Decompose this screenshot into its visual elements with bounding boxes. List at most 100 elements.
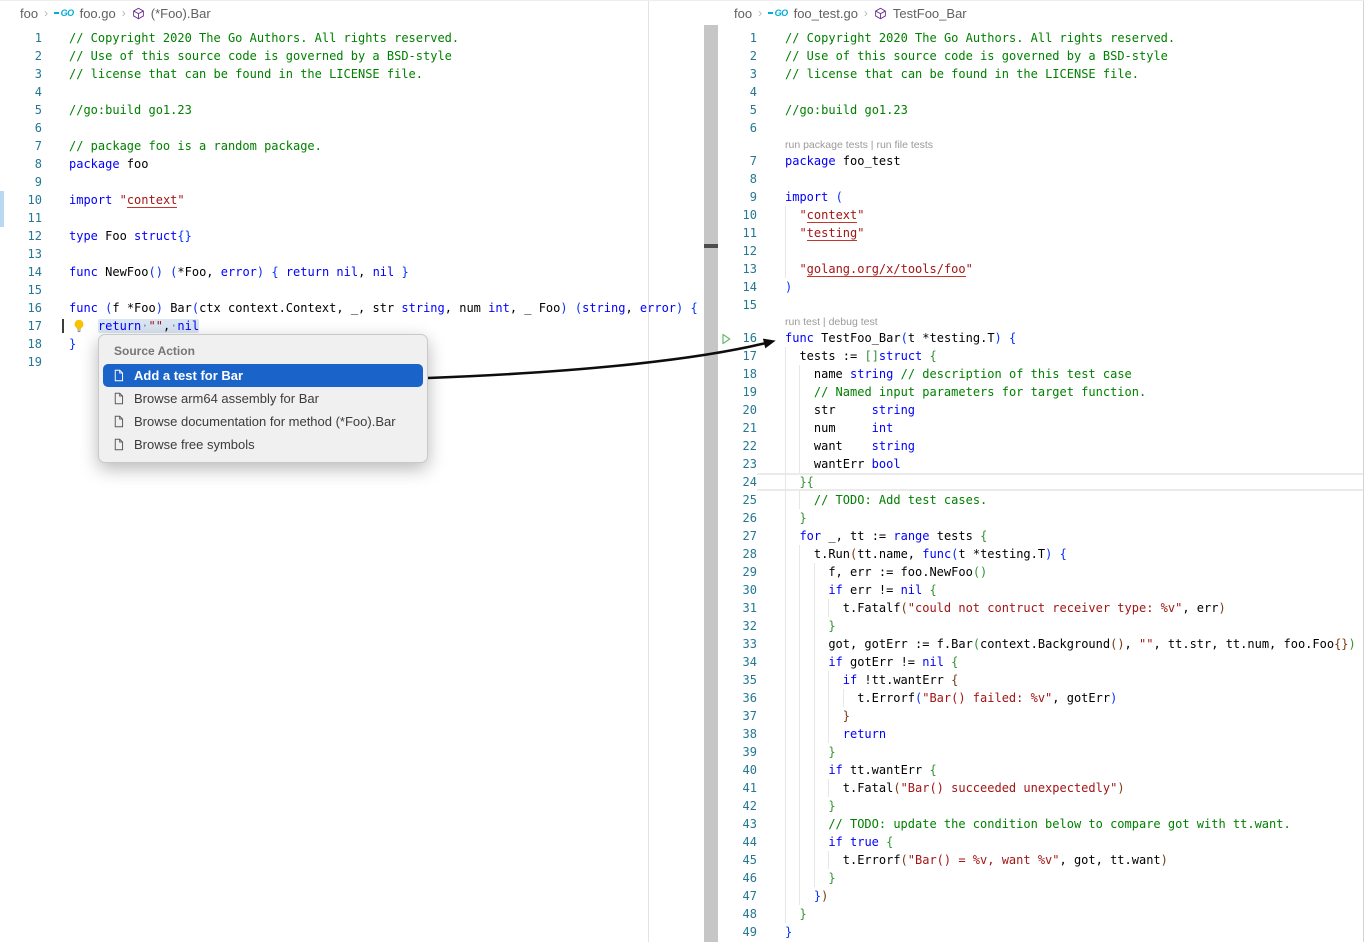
code-line-content[interactable]: }{ <box>757 473 1364 491</box>
code-line-content[interactable]: } <box>757 743 1364 761</box>
code-line-content[interactable]: return·"",·nil <box>42 317 704 335</box>
code-line-content[interactable]: "golang.org/x/tools/foo" <box>757 260 1364 278</box>
breadcrumb-file[interactable]: foo.go <box>80 6 116 21</box>
code-line-content[interactable]: import "context" <box>42 191 704 209</box>
code-line-content[interactable]: // license that can be found in the LICE… <box>42 65 704 83</box>
code-line-content[interactable] <box>42 245 704 263</box>
code-line-content[interactable] <box>42 83 704 101</box>
code-line-content[interactable]: package foo_test <box>757 152 1364 170</box>
code-line-content[interactable] <box>757 242 1364 260</box>
code-token: foo_test <box>836 154 901 168</box>
code-line-content[interactable]: ) <box>757 278 1364 296</box>
code-line-content[interactable]: if !tt.wantErr { <box>757 671 1364 689</box>
code-line-content[interactable]: } <box>757 509 1364 527</box>
code-line-content[interactable]: // Copyright 2020 The Go Authors. All ri… <box>42 29 704 47</box>
code-line-content[interactable] <box>757 170 1364 188</box>
indent-guide <box>814 851 828 869</box>
code-line-content[interactable]: // Named input parameters for target fun… <box>757 383 1364 401</box>
code-line-content[interactable] <box>757 119 1364 137</box>
code-line-content[interactable] <box>42 281 704 299</box>
code-line-content[interactable]: } <box>757 923 1364 941</box>
code-line-content[interactable]: import ( <box>757 188 1364 206</box>
code-line-content[interactable]: num int <box>757 419 1364 437</box>
code-line-content[interactable]: } <box>757 707 1364 725</box>
code-token: func <box>785 331 814 345</box>
new-file-icon <box>112 369 125 382</box>
code-line-content[interactable]: if true { <box>757 833 1364 851</box>
code-token: } <box>828 619 835 633</box>
code-token: tests := <box>799 349 864 363</box>
code-line-content[interactable]: got, gotErr := f.Bar(context.Background(… <box>757 635 1364 653</box>
breadcrumb-symbol[interactable]: (*Foo).Bar <box>151 6 211 21</box>
code-line-content[interactable]: // package foo is a random package. <box>42 137 704 155</box>
code-line-content[interactable]: t.Errorf("Bar() failed: %v", gotErr) <box>757 689 1364 707</box>
code-line-content[interactable]: func TestFoo_Bar(t *testing.T) { <box>757 329 1364 347</box>
code-line-content[interactable]: } <box>757 869 1364 887</box>
code-line-content[interactable] <box>757 296 1364 314</box>
code-line-content[interactable]: // Copyright 2020 The Go Authors. All ri… <box>757 29 1364 47</box>
menu-item-browse-assembly[interactable]: Browse arm64 assembly for Bar <box>103 387 423 410</box>
code-editor[interactable]: 1// Copyright 2020 The Go Authors. All r… <box>718 25 1364 941</box>
code-line-content[interactable]: if err != nil { <box>757 581 1364 599</box>
lightbulb-icon[interactable] <box>69 317 98 335</box>
code-line-content[interactable]: package foo <box>42 155 704 173</box>
menu-item-browse-documentation[interactable]: Browse documentation for method (*Foo).B… <box>103 410 423 433</box>
code-line-content[interactable]: } <box>757 617 1364 635</box>
code-line-content[interactable]: name string // description of this test … <box>757 365 1364 383</box>
code-line-content[interactable]: } <box>757 905 1364 923</box>
menu-item-browse-free-symbols[interactable]: Browse free symbols <box>103 433 423 456</box>
code-token: { <box>929 763 936 777</box>
code-line-content[interactable] <box>42 209 704 227</box>
code-line-content[interactable]: f, err := foo.NewFoo() <box>757 563 1364 581</box>
code-line-content[interactable]: if tt.wantErr { <box>757 761 1364 779</box>
line-number: 13 <box>718 260 757 278</box>
code-line-content[interactable]: str string <box>757 401 1364 419</box>
code-line-content[interactable]: func (f *Foo) Bar(ctx context.Context, _… <box>42 299 704 317</box>
code-line-content[interactable]: } <box>757 797 1364 815</box>
code-line-content[interactable]: //go:build go1.23 <box>757 101 1364 119</box>
code-token: , got, tt.want <box>1060 853 1161 867</box>
breadcrumb-folder[interactable]: foo <box>20 6 38 21</box>
code-line-content[interactable]: // TODO: Add test cases. <box>757 491 1364 509</box>
code-line-content[interactable]: type Foo struct{} <box>42 227 704 245</box>
code-line-content[interactable]: if gotErr != nil { <box>757 653 1364 671</box>
code-line-content[interactable]: t.Fatalf("could not contruct receiver ty… <box>757 599 1364 617</box>
code-line-content[interactable]: want string <box>757 437 1364 455</box>
code-line: 12type Foo struct{} <box>0 227 704 245</box>
code-line-content[interactable]: //go:build go1.23 <box>42 101 704 119</box>
codelens[interactable]: run package tests | run file tests <box>718 139 933 152</box>
code-line: 9 <box>0 173 704 191</box>
editor-pane-foo-go: foo › GO foo.go › (*Foo).Bar 1// Copyrig… <box>0 1 704 942</box>
code-line-content[interactable]: "context" <box>757 206 1364 224</box>
indent-guide <box>799 761 813 779</box>
breadcrumb-folder[interactable]: foo <box>734 6 752 21</box>
code-line-content[interactable]: // license that can be found in the LICE… <box>757 65 1364 83</box>
breadcrumb-file[interactable]: foo_test.go <box>794 6 858 21</box>
code-line-content[interactable]: // Use of this source code is governed b… <box>42 47 704 65</box>
code-line-content[interactable]: t.Run(tt.name, func(t *testing.T) { <box>757 545 1364 563</box>
codelens[interactable]: run test | debug test <box>718 316 878 329</box>
menu-item-add-test[interactable]: Add a test for Bar <box>103 364 423 387</box>
code-line-content[interactable]: return <box>757 725 1364 743</box>
code-line-content[interactable] <box>42 173 704 191</box>
code-token: } <box>828 871 835 885</box>
code-line-content[interactable]: tests := []struct { <box>757 347 1364 365</box>
code-editor[interactable]: 1// Copyright 2020 The Go Authors. All r… <box>0 25 704 371</box>
line-number: 2 <box>718 47 757 65</box>
editor-sash[interactable] <box>704 25 718 942</box>
line-number: 11 <box>0 209 42 227</box>
breadcrumb-symbol[interactable]: TestFoo_Bar <box>893 6 967 21</box>
code-line-content[interactable]: for _, tt := range tests { <box>757 527 1364 545</box>
code-line-content[interactable]: t.Errorf("Bar() = %v, want %v", got, tt.… <box>757 851 1364 869</box>
code-line-content[interactable]: // Use of this source code is governed b… <box>757 47 1364 65</box>
code-line-content[interactable]: func NewFoo() (*Foo, error) { return nil… <box>42 263 704 281</box>
code-line-content[interactable]: wantErr bool <box>757 455 1364 473</box>
code-line-content[interactable]: // TODO: update the condition below to c… <box>757 815 1364 833</box>
line-number: 47 <box>718 887 757 905</box>
code-line-content[interactable]: "testing" <box>757 224 1364 242</box>
code-line-content[interactable]: t.Fatal("Bar() succeeded unexpectedly") <box>757 779 1364 797</box>
code-line-content[interactable] <box>757 83 1364 101</box>
code-line-content[interactable] <box>42 119 704 137</box>
codelens-row: run test | debug test <box>718 314 1364 329</box>
code-line-content[interactable]: }) <box>757 887 1364 905</box>
